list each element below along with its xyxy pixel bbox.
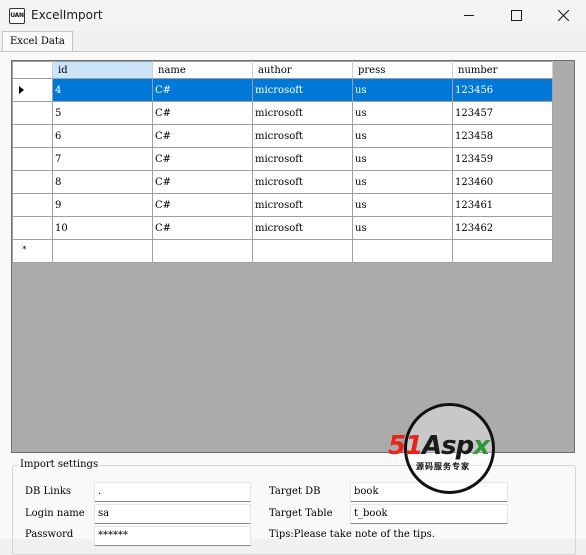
cell-name[interactable] xyxy=(152,239,253,263)
cell-id[interactable]: 9 xyxy=(52,193,153,217)
tab-strip: Excel Data xyxy=(0,31,586,52)
logo-brand-green: x xyxy=(473,431,490,461)
cell-name[interactable]: C# xyxy=(152,124,253,148)
column-header-number[interactable]: number xyxy=(452,61,553,79)
close-icon xyxy=(557,10,569,21)
logo-brand-black: Aspx xyxy=(422,431,490,461)
grid-table: id name author press number 4 C# microso… xyxy=(12,61,553,263)
cell-author[interactable]: microsoft xyxy=(252,124,353,148)
app-icon: UAN xyxy=(9,8,25,24)
target-table-label: Target Table xyxy=(269,508,333,519)
cell-author[interactable]: microsoft xyxy=(252,78,353,102)
login-name-label: Login name xyxy=(25,508,85,519)
target-table-field[interactable]: t_book xyxy=(350,504,508,524)
table-row[interactable]: 7 C# microsoft us 123459 xyxy=(12,147,553,171)
cell-id[interactable]: 8 xyxy=(52,170,153,194)
new-row-icon: * xyxy=(22,245,27,255)
row-header[interactable] xyxy=(12,147,53,171)
cell-author[interactable]: microsoft xyxy=(252,193,353,217)
grid-corner-header[interactable] xyxy=(12,61,53,79)
cell-press[interactable]: us xyxy=(352,124,453,148)
table-row[interactable]: 8 C# microsoft us 123460 xyxy=(12,170,553,194)
column-header-id[interactable]: id xyxy=(52,61,153,79)
cell-number[interactable]: 123459 xyxy=(452,147,553,171)
maximize-icon xyxy=(510,10,522,21)
window-title: ExcelImport xyxy=(31,8,103,22)
cell-number[interactable] xyxy=(452,239,553,263)
cell-author[interactable]: microsoft xyxy=(252,101,353,125)
cell-author[interactable] xyxy=(252,239,353,263)
maximize-button[interactable] xyxy=(493,0,539,31)
db-links-field[interactable]: . xyxy=(94,482,251,502)
cell-author[interactable]: microsoft xyxy=(252,216,353,240)
logo-subtitle: 源码服务专家 xyxy=(416,462,470,471)
title-bar[interactable]: UAN ExcelImport xyxy=(0,0,586,31)
cell-number[interactable]: 123462 xyxy=(452,216,553,240)
table-row[interactable]: 4 C# microsoft us 123456 xyxy=(12,78,553,102)
cell-press[interactable]: us xyxy=(352,101,453,125)
login-name-field[interactable]: sa xyxy=(94,504,251,524)
logo-brand-red: 51 xyxy=(388,431,423,461)
cell-number[interactable]: 123456 xyxy=(452,78,553,102)
row-header[interactable] xyxy=(12,124,53,148)
cell-name[interactable]: C# xyxy=(152,147,253,171)
column-header-press[interactable]: press xyxy=(352,61,453,79)
column-header-name[interactable]: name xyxy=(152,61,253,79)
cell-author[interactable]: microsoft xyxy=(252,147,353,171)
minimize-button[interactable] xyxy=(446,0,492,31)
cell-id[interactable]: 4 xyxy=(52,78,153,102)
cell-name[interactable]: C# xyxy=(152,78,253,102)
cell-number[interactable]: 123457 xyxy=(452,101,553,125)
cell-press[interactable]: us xyxy=(352,193,453,217)
cell-press[interactable] xyxy=(352,239,453,263)
table-row[interactable]: 5 C# microsoft us 123457 xyxy=(12,101,553,125)
import-settings-legend: Import settings xyxy=(18,459,101,470)
watermark-logo: 51 Aspx 源码服务专家 xyxy=(388,403,512,495)
cell-id[interactable]: 6 xyxy=(52,124,153,148)
cell-number[interactable]: 123461 xyxy=(452,193,553,217)
cell-author[interactable]: microsoft xyxy=(252,170,353,194)
close-button[interactable] xyxy=(540,0,586,31)
cell-id[interactable]: 5 xyxy=(52,101,153,125)
row-header[interactable] xyxy=(12,216,53,240)
password-field[interactable]: ****** xyxy=(94,526,251,546)
table-row[interactable]: 6 C# microsoft us 123458 xyxy=(12,124,553,148)
row-header[interactable] xyxy=(12,193,53,217)
cell-press[interactable]: us xyxy=(352,147,453,171)
table-row[interactable]: 10 C# microsoft us 123462 xyxy=(12,216,553,240)
cell-name[interactable]: C# xyxy=(152,170,253,194)
tab-excel-data[interactable]: Excel Data xyxy=(2,31,73,52)
cell-name[interactable]: C# xyxy=(152,101,253,125)
tips-text: Tips:Please take note of the tips. xyxy=(269,529,435,540)
data-grid[interactable]: id name author press number 4 C# microso… xyxy=(11,60,575,453)
cell-press[interactable]: us xyxy=(352,170,453,194)
table-row[interactable]: 9 C# microsoft us 123461 xyxy=(12,193,553,217)
cell-name[interactable]: C# xyxy=(152,193,253,217)
cell-id[interactable]: 7 xyxy=(52,147,153,171)
target-db-label: Target DB xyxy=(269,486,321,497)
cell-number[interactable]: 123460 xyxy=(452,170,553,194)
db-links-label: DB Links xyxy=(25,486,72,497)
cell-id[interactable]: 10 xyxy=(52,216,153,240)
grid-header-row: id name author press number xyxy=(12,61,553,79)
cell-press[interactable]: us xyxy=(352,78,453,102)
row-pointer-icon xyxy=(19,86,24,94)
row-header[interactable] xyxy=(12,170,53,194)
minimize-icon xyxy=(463,15,474,16)
column-header-author[interactable]: author xyxy=(252,61,353,79)
row-header[interactable] xyxy=(12,78,53,102)
cell-number[interactable]: 123458 xyxy=(452,124,553,148)
logo-brand-asp: Asp xyxy=(422,431,474,461)
new-row[interactable]: * xyxy=(12,239,553,263)
row-header[interactable]: * xyxy=(12,239,53,263)
cell-name[interactable]: C# xyxy=(152,216,253,240)
cell-press[interactable]: us xyxy=(352,216,453,240)
cell-id[interactable] xyxy=(52,239,153,263)
row-header[interactable] xyxy=(12,101,53,125)
password-label: Password xyxy=(25,529,74,540)
